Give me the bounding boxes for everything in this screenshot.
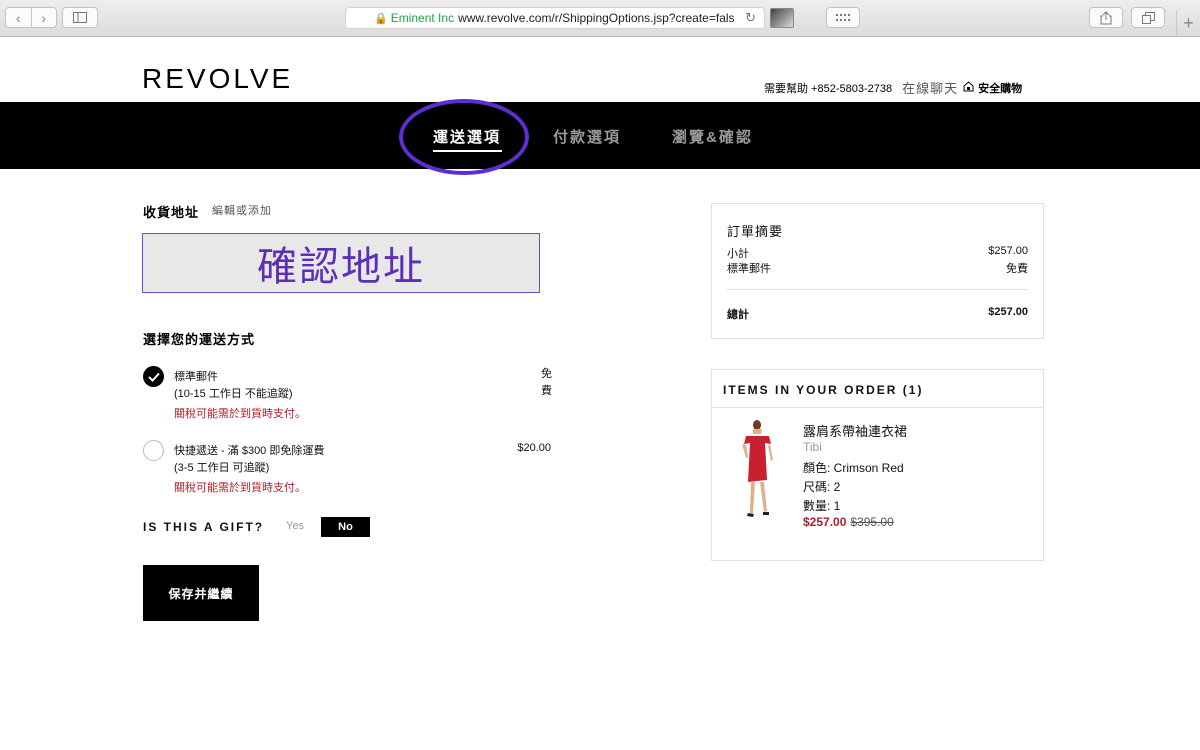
highlight-circle-annotation — [399, 99, 529, 175]
new-tab-icon[interactable]: + — [1176, 10, 1200, 37]
summary-divider — [727, 289, 1028, 290]
total-row: 總計 $257.00 — [727, 306, 1028, 322]
nav-buttons: ‹ › — [5, 7, 57, 28]
address-title: 收貨地址 — [143, 205, 200, 220]
radio-standard-shipping[interactable] — [143, 366, 164, 387]
item-brand: Tibi — [803, 440, 822, 454]
browser-toolbar: ‹ › 🔒 Eminent Inc www.revolve.com/r/Ship… — [0, 0, 1200, 37]
item-quantity: 數量: 1 — [803, 499, 841, 513]
items-header: ITEMS IN YOUR ORDER (1) — [712, 370, 1043, 408]
order-items: ITEMS IN YOUR ORDER (1) 露肩系帶袖連衣裙 Tibi 顏色… — [711, 369, 1044, 561]
secure-shopping-label: 安全購物 — [978, 82, 1023, 95]
dress-product-image[interactable] — [738, 418, 778, 520]
subtotal-row: 小計 $257.00 — [727, 245, 1028, 261]
standard-shipping-sub: (10-15 工作日 不能追蹤) — [174, 388, 293, 400]
confirm-address-label: 確認地址 — [257, 245, 425, 289]
gift-yes-option[interactable]: Yes — [286, 520, 304, 532]
confirm-address-box[interactable]: 確認地址 — [142, 233, 540, 293]
item-size: 尺碼: 2 — [803, 480, 841, 494]
tab-thumbnail-icon[interactable] — [770, 8, 794, 28]
lock-icon: 🔒 — [374, 12, 388, 25]
help-phone: 需要幫助 +852-5803-2738 — [764, 82, 893, 95]
shipping-label: 標準郵件 — [727, 263, 771, 275]
standard-shipping-note: 關稅可能需於到貨時支付。 — [174, 408, 306, 420]
item-name[interactable]: 露肩系帶袖連衣裙 — [803, 421, 907, 440]
gift-no-option[interactable]: No — [321, 517, 370, 537]
url-text: www.revolve.com/r/ShippingOptions.jsp?cr… — [458, 11, 735, 25]
item-sale-price: $257.00 — [803, 515, 847, 529]
sidebar-icon[interactable] — [62, 7, 98, 28]
total-label: 總計 — [727, 309, 749, 321]
standard-shipping-price: 免費 — [541, 368, 552, 397]
step-review[interactable]: 瀏覽&確認 — [672, 126, 753, 147]
subtotal-label: 小計 — [727, 248, 749, 260]
url-org: Eminent Inc — [390, 11, 455, 25]
express-shipping-name: 快捷遞送 - 滿 $300 即免除運費 — [174, 445, 325, 457]
edit-address-link[interactable]: 編輯或添加 — [212, 202, 272, 218]
step-payment[interactable]: 付款選項 — [553, 126, 621, 147]
express-shipping-sub: (3-5 工作日 可追蹤) — [174, 462, 270, 474]
express-shipping-note: 關稅可能需於到貨時支付。 — [174, 482, 306, 494]
forward-icon[interactable]: › — [30, 8, 57, 27]
live-chat-link[interactable]: 在線聊天 — [902, 78, 958, 97]
gift-question: IS THIS A GIFT? — [143, 520, 265, 534]
standard-shipping-name: 標準郵件 — [174, 371, 218, 383]
revolve-logo[interactable]: REVOLVE — [142, 63, 293, 95]
shipping-method-title: 選擇您的運送方式 — [143, 332, 256, 347]
save-continue-button[interactable]: 保存并繼續 — [143, 565, 259, 621]
tabs-icon[interactable] — [1131, 7, 1165, 28]
total-value: $257.00 — [988, 306, 1028, 318]
subtotal-value: $257.00 — [988, 245, 1028, 257]
secure-house-icon — [963, 80, 974, 95]
shipping-value: 免費 — [1006, 263, 1028, 275]
item-price: $257.00 $395.00 — [803, 515, 894, 529]
address-bar[interactable]: 🔒 Eminent Inc www.revolve.com/r/Shipping… — [345, 7, 765, 29]
express-shipping-price: $20.00 — [517, 442, 551, 454]
item-original-price: $395.00 — [850, 515, 894, 529]
order-summary: 訂單摘要 小計 $257.00 標準郵件 免費 總計 $257.00 — [711, 203, 1044, 339]
summary-title: 訂單摘要 — [727, 224, 784, 239]
item-color: 顏色: Crimson Red — [803, 461, 904, 475]
grid-icon[interactable] — [826, 7, 860, 28]
back-icon[interactable]: ‹ — [6, 8, 31, 27]
shipping-row: 標準郵件 免費 — [727, 260, 1028, 276]
help-line: 需要幫助 +852-5803-2738 在線聊天 安全購物 — [764, 78, 1022, 97]
share-icon[interactable] — [1089, 7, 1123, 28]
reload-icon[interactable]: ↻ — [745, 10, 756, 26]
radio-express-shipping[interactable] — [143, 440, 164, 461]
